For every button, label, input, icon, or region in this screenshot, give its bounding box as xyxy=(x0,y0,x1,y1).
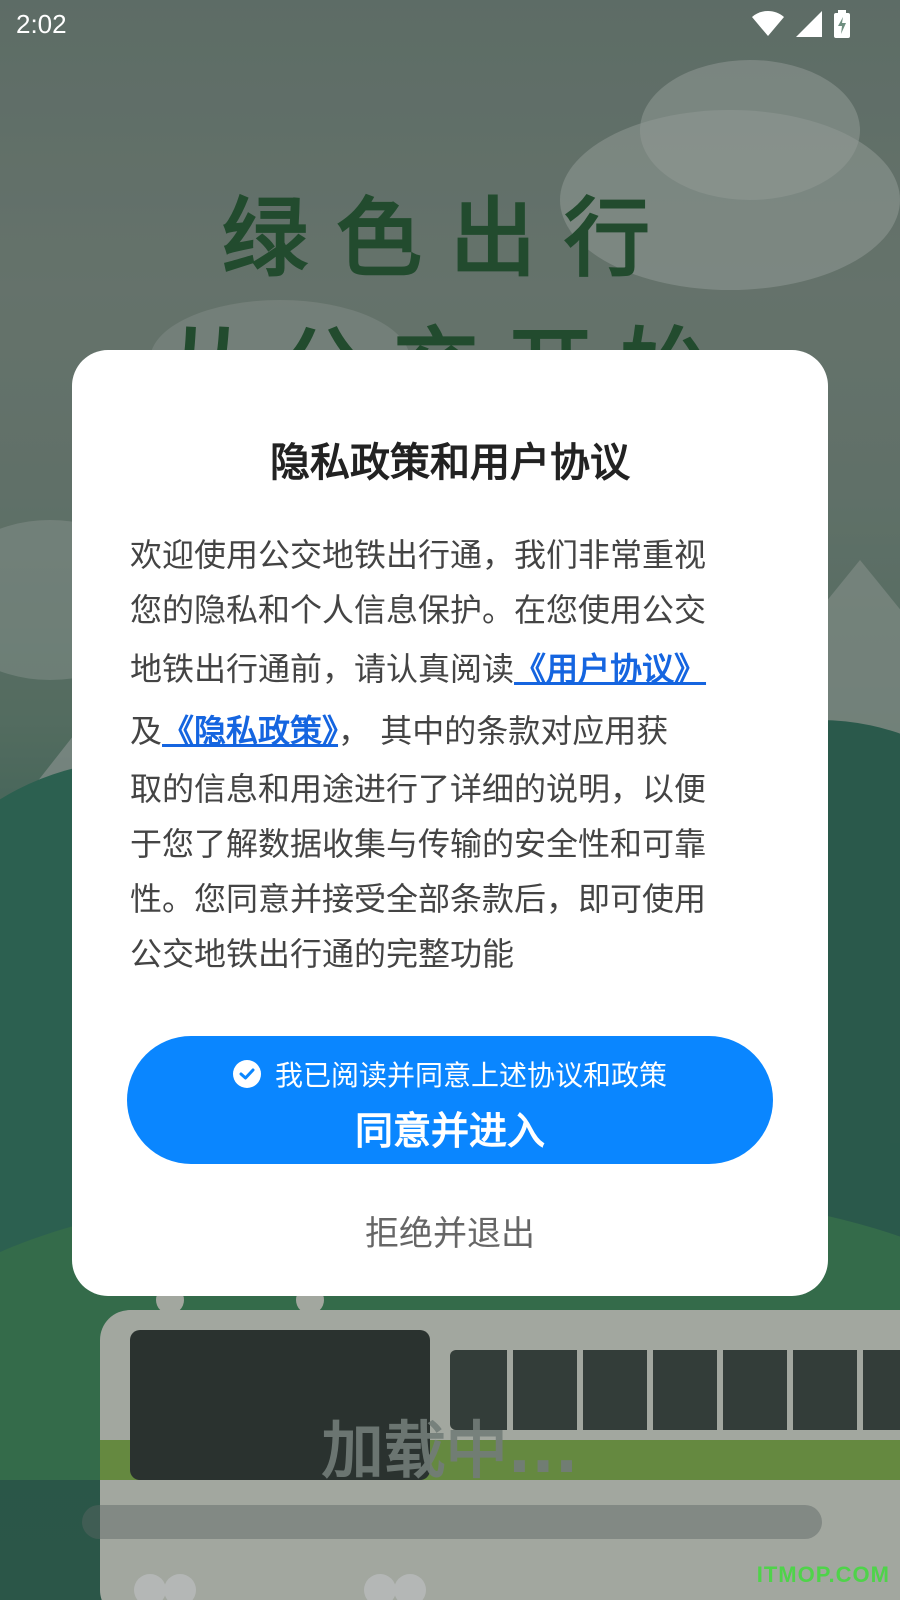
privacy-policy-link[interactable]: 《隐私政策》 xyxy=(162,712,338,750)
body-line-4: 及《隐私政策》， 其中的条款对应用获 xyxy=(130,700,752,762)
body-line-8: 公交地铁出行通的完整功能 xyxy=(130,935,515,973)
agree-enter-button[interactable]: 我已阅读并同意上述协议和政策 同意并进入 xyxy=(127,1036,773,1164)
body-line-4-suffix: ， 其中的条款对应用获 xyxy=(338,712,669,750)
body-line-1: 欢迎使用公交地铁出行通，我们非常重视 xyxy=(130,536,707,574)
body-line-4-prefix: 及 xyxy=(130,712,163,750)
body-line-3-text: 地铁出行通前，请认真阅读 xyxy=(130,650,515,688)
agree-checkbox-row[interactable]: 我已阅读并同意上述协议和政策 xyxy=(127,1054,773,1094)
status-bar: 2:02 xyxy=(0,0,900,50)
check-icon[interactable] xyxy=(232,1060,261,1088)
wifi-icon xyxy=(752,11,784,36)
dialog-body: 欢迎使用公交地铁出行通，我们非常重视 您的隐私和个人信息保护。在您使用公交 地铁… xyxy=(130,528,752,982)
body-line-6: 于您了解数据收集与传输的安全性和可靠 xyxy=(130,825,707,863)
battery-charging-icon xyxy=(834,10,850,38)
watermark: ITMOP.COM xyxy=(756,1562,890,1587)
user-agreement-link[interactable]: 《用户协议》 xyxy=(514,650,706,688)
signal-icon xyxy=(796,11,822,37)
dialog-title: 隐私政策和用户协议 xyxy=(270,440,630,486)
body-line-3: 地铁出行通前，请认真阅读《用户协议》 xyxy=(130,638,752,700)
agree-button-label: 同意并进入 xyxy=(354,1109,545,1153)
reject-exit-button[interactable]: 拒绝并退出 xyxy=(0,1206,900,1255)
body-line-2: 您的隐私和个人信息保护。在您使用公交 xyxy=(130,591,707,629)
status-time: 2:02 xyxy=(16,9,67,39)
agree-checkbox-label: 我已阅读并同意上述协议和政策 xyxy=(274,1059,667,1092)
body-line-7: 性。您同意并接受全部条款后，即可使用 xyxy=(130,880,707,918)
body-line-5: 取的信息和用途进行了详细的说明，以便 xyxy=(130,770,707,808)
